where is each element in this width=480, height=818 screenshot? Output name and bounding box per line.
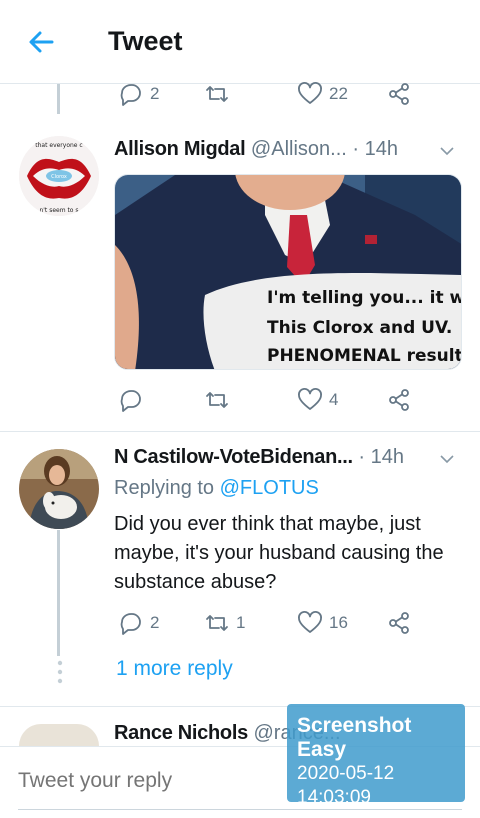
retweet-button[interactable]: 1 [204, 608, 245, 638]
author-name[interactable]: N Castilow-VoteBidenan... [114, 446, 353, 468]
tweet-actions: 2 1 16 [114, 608, 424, 638]
tweet-header: N Castilow-VoteBidenan... · 14h [114, 446, 464, 476]
image-caption-line: I'm telling you... it works. [267, 288, 462, 308]
mention-link[interactable]: @FLOTUS [220, 477, 319, 499]
tweet-divider [0, 431, 480, 432]
image-caption-line: PHENOMENAL results. [267, 346, 462, 366]
image-caption-line: This Clorox and UV. [267, 318, 452, 338]
tweet-text: Did you ever think that maybe, just mayb… [114, 513, 444, 593]
screenshot-watermark: Screenshot Easy 2020-05-12 14:03:09 [287, 704, 465, 808]
reply-button[interactable]: 2 [118, 79, 159, 109]
thread-line [57, 530, 60, 656]
thread-line [57, 84, 60, 114]
tweet-time: · 14h [358, 446, 404, 468]
author-name[interactable]: Allison Migdal [114, 138, 246, 160]
share-icon [389, 389, 409, 411]
author-handle[interactable]: @Allison... [251, 138, 347, 160]
retweet-button[interactable] [204, 385, 236, 415]
share-icon [389, 612, 409, 634]
share-button[interactable] [386, 79, 412, 109]
previous-tweet-actions: 2 22 [114, 79, 424, 109]
retweet-icon [206, 392, 228, 408]
back-button[interactable] [22, 22, 62, 62]
avatar[interactable]: that everyone c Clorox n't seem to s [19, 136, 99, 216]
reply-input[interactable] [18, 769, 318, 793]
reply-icon [120, 390, 141, 412]
author-name[interactable]: Rance Nichols [114, 722, 248, 744]
chevron-down-icon[interactable] [438, 142, 456, 160]
svg-text:that everyone c: that everyone c [35, 142, 82, 149]
person-with-dog-avatar-image [19, 449, 99, 529]
reply-button[interactable]: 2 [118, 608, 159, 638]
watermark-time: 14:03:09 [297, 787, 371, 808]
heart-icon [298, 82, 322, 104]
retweet-button[interactable] [204, 79, 236, 109]
svg-text:Clorox: Clorox [51, 174, 67, 180]
avatar[interactable] [19, 449, 99, 529]
tweet-actions: 4 [114, 385, 424, 415]
reply-button[interactable] [118, 385, 150, 415]
like-button[interactable]: 16 [297, 608, 348, 638]
retweet-icon [206, 615, 228, 631]
replying-to: Replying to @FLOTUS [114, 477, 319, 499]
watermark-title: Screenshot Easy [297, 714, 412, 761]
thread-dots-icon [57, 660, 63, 684]
heart-icon [298, 611, 322, 633]
heart-icon [298, 388, 322, 410]
tweet-time: · 14h [352, 138, 398, 160]
reply-icon [120, 613, 141, 635]
share-button[interactable] [386, 608, 412, 638]
svg-text:n't seem to s: n't seem to s [39, 207, 78, 214]
arrow-left-icon [29, 31, 54, 53]
header-bar: Tweet [0, 0, 480, 84]
more-replies-link[interactable]: 1 more reply [116, 657, 233, 681]
share-icon [389, 83, 409, 105]
lips-avatar-image: that everyone c Clorox n't seem to s [19, 136, 99, 216]
retweet-icon [206, 86, 228, 102]
like-button[interactable]: 4 [297, 385, 338, 415]
watermark-date: 2020-05-12 [297, 763, 395, 784]
tweet-image-graphic: I'm telling you... it works. This Clorox… [115, 175, 462, 369]
reply-icon [120, 84, 141, 106]
page-title: Tweet [108, 26, 183, 56]
share-button[interactable] [386, 385, 412, 415]
avatar[interactable] [19, 724, 99, 746]
tweet-header: Allison Migdal @Allison... · 14h [114, 138, 464, 168]
like-button[interactable]: 22 [297, 79, 348, 109]
tweet-image[interactable]: I'm telling you... it works. This Clorox… [114, 174, 462, 370]
chevron-down-icon[interactable] [438, 450, 456, 468]
